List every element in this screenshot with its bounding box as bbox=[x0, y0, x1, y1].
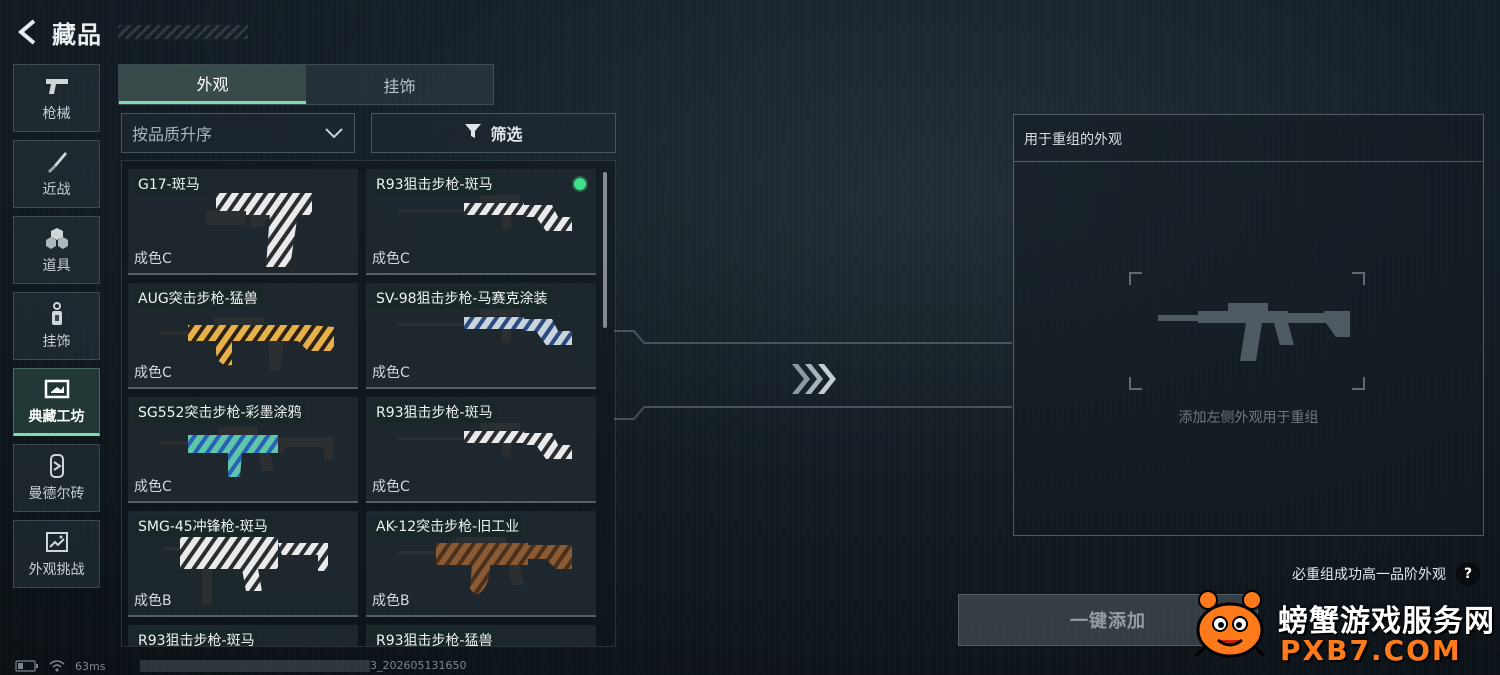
tab-skins[interactable]: 外观 bbox=[119, 65, 306, 104]
filter-icon bbox=[464, 123, 482, 143]
nav-label: 道具 bbox=[42, 258, 71, 274]
back-arrow-icon[interactable] bbox=[14, 18, 42, 46]
skin-card[interactable]: R93狙击步枪-猛兽 bbox=[366, 625, 596, 646]
skin-card[interactable]: R93狙击步枪-斑马成色C bbox=[366, 397, 596, 503]
skin-name: AUG突击步枪-猛兽 bbox=[134, 287, 262, 309]
category-tabs: 外观 挂饰 bbox=[118, 64, 494, 105]
pistol-skin-image bbox=[206, 193, 312, 267]
charm-icon bbox=[44, 301, 70, 327]
skin-card[interactable]: AUG突击步枪-猛兽成色C bbox=[128, 283, 358, 389]
smg-skin-image bbox=[164, 537, 328, 605]
skin-name: R93狙击步枪-斑马 bbox=[134, 629, 259, 646]
watermark: 螃蟹游戏服务网 PXB7.COM bbox=[1188, 586, 1494, 668]
skin-card[interactable]: SG552突击步枪-彩墨涂鸦成色C bbox=[128, 397, 358, 503]
skin-grade: 成色C bbox=[372, 365, 410, 381]
redacted-id bbox=[140, 660, 370, 672]
skins-grid: G17-斑马 成色C R93狙击步枪-斑马 成色C AUG突击步枪-猛兽 成色C SV… bbox=[128, 169, 604, 646]
skins-grid-panel: G17-斑马 成色C R93狙击步枪-斑马 成色C AUG突击步枪-猛兽 成色C SV… bbox=[121, 160, 616, 647]
title-decoration bbox=[118, 25, 248, 39]
skin-name: AK-12突击步枪-旧工业 bbox=[372, 515, 524, 537]
nav-item-charms[interactable]: 挂饰 bbox=[13, 292, 100, 360]
nav-label: 外观挑战 bbox=[28, 562, 85, 578]
filter-label: 筛选 bbox=[490, 125, 523, 144]
chevron-down-icon bbox=[324, 124, 344, 143]
crab-mascot-logo bbox=[1194, 590, 1266, 658]
skin-card[interactable]: G17-斑马成色C bbox=[128, 169, 358, 275]
divider bbox=[1014, 161, 1483, 162]
transfer-arrows-icon bbox=[790, 362, 840, 400]
skin-card[interactable]: SMG-45冲锋枪-斑马成色B bbox=[128, 511, 358, 617]
skin-grade: 成色C bbox=[372, 479, 410, 495]
skin-grade: 成色B bbox=[372, 593, 410, 609]
status-bar: 63ms bbox=[15, 659, 105, 673]
skin-name: G17-斑马 bbox=[134, 173, 204, 195]
skin-name: SV-98狙击步枪-马赛克涂装 bbox=[372, 287, 552, 309]
watermark-en: PXB7.COM bbox=[1280, 634, 1462, 667]
side-nav: 枪械 近战 道具 挂饰 典藏工坊 曼德尔砖 外观挑战 bbox=[13, 64, 100, 596]
skin-grade: 成色B bbox=[134, 593, 172, 609]
brick-icon bbox=[44, 453, 70, 479]
workshop-icon bbox=[44, 376, 70, 402]
rifle-skin-image bbox=[160, 427, 334, 477]
skin-card[interactable]: R93狙击步枪-斑马成色C bbox=[366, 169, 596, 275]
skin-grade: 成色C bbox=[372, 251, 410, 267]
guarantee-text: 必重组成功高一品阶外观 bbox=[1292, 567, 1446, 583]
nav-item-guns[interactable]: 枪械 bbox=[13, 64, 100, 132]
bullpup-skin-image bbox=[160, 317, 334, 371]
recombine-panel: 用于重组的外观 添加左侧外观用于重组 bbox=[1013, 114, 1484, 536]
knife-icon bbox=[44, 149, 70, 175]
skin-card[interactable]: R93狙击步枪-斑马 bbox=[128, 625, 358, 646]
page-title: 藏品 bbox=[52, 20, 102, 49]
pistol-icon bbox=[44, 73, 70, 99]
grenade-icon bbox=[44, 225, 70, 251]
nav-label: 枪械 bbox=[42, 106, 71, 122]
grid-scrollbar[interactable] bbox=[603, 172, 607, 328]
ak-skin-image bbox=[398, 537, 572, 595]
help-icon[interactable]: ? bbox=[1456, 562, 1480, 586]
sort-dropdown[interactable]: 按品质升序 bbox=[121, 113, 355, 153]
skin-name: R93狙击步枪-猛兽 bbox=[372, 629, 497, 646]
nav-item-workshop[interactable]: 典藏工坊 bbox=[13, 368, 100, 436]
empty-hint: 添加左侧外观用于重组 bbox=[1178, 410, 1319, 426]
nav-label: 近战 bbox=[42, 182, 71, 198]
skin-grade: 成色C bbox=[134, 251, 172, 267]
recombine-title: 用于重组的外观 bbox=[1024, 132, 1122, 148]
add-button-label: 一键添加 bbox=[1070, 611, 1146, 632]
skin-name: R93狙击步枪-斑马 bbox=[372, 173, 497, 195]
placeholder-rifle-icon bbox=[1158, 303, 1350, 361]
sniper-skin-image bbox=[398, 309, 572, 345]
equipped-indicator-icon bbox=[574, 178, 586, 190]
tab-charms[interactable]: 挂饰 bbox=[306, 65, 493, 104]
build-id: 3_202605131650 bbox=[370, 659, 467, 672]
skin-name: R93狙击步枪-斑马 bbox=[372, 401, 497, 423]
guarantee-info: 必重组成功高一品阶外观 ? bbox=[1292, 562, 1480, 586]
nav-item-skin-challenge[interactable]: 外观挑战 bbox=[13, 520, 100, 588]
skin-name: SG552突击步枪-彩墨涂鸦 bbox=[134, 401, 306, 423]
skin-grade: 成色C bbox=[134, 479, 172, 495]
nav-item-items[interactable]: 道具 bbox=[13, 216, 100, 284]
sort-label: 按品质升序 bbox=[132, 125, 213, 144]
skin-card[interactable]: AK-12突击步枪-旧工业成色B bbox=[366, 511, 596, 617]
ping-readout: 63ms bbox=[75, 659, 106, 673]
empty-slot[interactable] bbox=[1091, 271, 1366, 391]
wifi-icon bbox=[49, 657, 65, 675]
nav-item-melee[interactable]: 近战 bbox=[13, 140, 100, 208]
battery-icon bbox=[15, 657, 39, 675]
nav-label: 曼德尔砖 bbox=[28, 486, 85, 502]
sniper-skin-image bbox=[398, 195, 572, 231]
nav-label: 典藏工坊 bbox=[28, 409, 85, 425]
filter-button[interactable]: 筛选 bbox=[371, 113, 616, 153]
skin-card[interactable]: SV-98狙击步枪-马赛克涂装成色C bbox=[366, 283, 596, 389]
sniper-skin-image bbox=[398, 423, 572, 459]
nav-item-mandel-brick[interactable]: 曼德尔砖 bbox=[13, 444, 100, 512]
challenge-icon bbox=[44, 529, 70, 555]
header: 藏品 bbox=[14, 14, 248, 50]
skin-grade: 成色C bbox=[134, 365, 172, 381]
nav-label: 挂饰 bbox=[42, 334, 71, 350]
skin-name: SMG-45冲锋枪-斑马 bbox=[134, 515, 272, 537]
